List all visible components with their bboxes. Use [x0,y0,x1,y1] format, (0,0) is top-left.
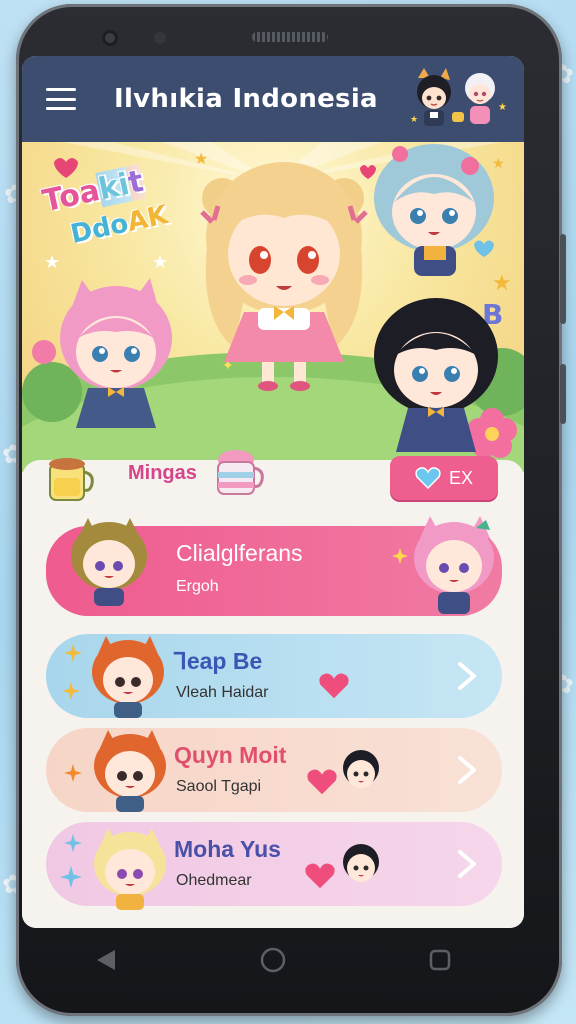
home-circle-icon[interactable] [253,940,293,980]
avatar [343,750,379,788]
ex-button[interactable]: EX [390,456,498,500]
star-icon [62,682,80,700]
milkshake-cup-icon [217,450,264,495]
heart-icon [305,863,335,889]
svg-text:★: ★ [410,115,418,125]
svg-text:★: ★ [194,149,208,168]
star-icon [64,764,82,782]
avatar [414,516,494,614]
list-card[interactable]: Ꞁeap Be Vleah Haidar [46,634,502,718]
header-characters-illustration: ★ ★ [410,68,507,126]
system-nav-bar [22,932,524,988]
list-card[interactable]: Clialglferans Ergoh [46,516,502,616]
card-subtitle: Ohedmear [176,872,252,889]
svg-text:★: ★ [44,252,60,273]
list-card[interactable]: Quyn Moit Saool Tgapi [46,728,502,812]
avatar [94,828,166,910]
avatar [94,730,166,812]
chevron-right-icon[interactable] [448,658,484,694]
heart-icon [319,673,349,699]
app-bar: Ilvhıkia Indonesia ★ ★ [22,56,524,142]
hamburger-menu-icon[interactable] [46,88,76,110]
card-subtitle: Ergoh [176,578,219,595]
star-icon [64,644,82,662]
heart-icon [415,467,441,489]
star-icon [64,834,82,852]
heart-icon [307,769,337,795]
section-header: Mingas EX [42,450,504,516]
center-girl-character [200,162,368,391]
back-triangle-icon[interactable] [86,940,126,980]
front-camera [102,30,118,46]
volume-button [560,234,566,324]
proximity-sensor [154,32,166,44]
card-title: Moha Yus [174,836,281,862]
sparkle-icon [392,548,408,564]
hero-banner: ★ ★ ★ ★ ★ ✦ B Toakit DdoAK [22,142,524,472]
avatar [343,844,379,882]
recent-square-icon[interactable] [420,940,460,980]
svg-text:★: ★ [152,252,168,273]
juice-cup-icon [49,458,94,501]
svg-text:★: ★ [498,102,507,113]
blue-hair-girl-character [374,144,494,276]
app-title: Ilvhıkia Indonesia [114,84,378,114]
ex-button-label: EX [448,467,473,488]
card-title: Clialglferans [176,540,303,566]
star-icon [60,866,82,888]
card-subtitle: Saool Tgapi [176,778,262,795]
card-title: Ꞁeap Be [174,648,263,674]
avatar [92,636,164,718]
section-title: Mingas [128,462,197,484]
chevron-right-icon[interactable] [448,752,484,788]
app-screen: Ilvhıkia Indonesia ★ ★ ★ ★ ★ ★ ★ ✦ B Toa… [22,56,524,928]
chevron-right-icon[interactable] [448,846,484,882]
card-title: Quyn Moit [174,742,287,768]
svg-text:★: ★ [492,156,505,172]
avatar [71,518,147,606]
card-subtitle: Vleah Haidar [176,684,269,701]
svg-text:★: ★ [492,271,512,296]
power-button [560,364,566,424]
list-card[interactable]: Moha Yus Ohedmear [46,822,502,910]
earpiece-speaker [252,32,328,42]
